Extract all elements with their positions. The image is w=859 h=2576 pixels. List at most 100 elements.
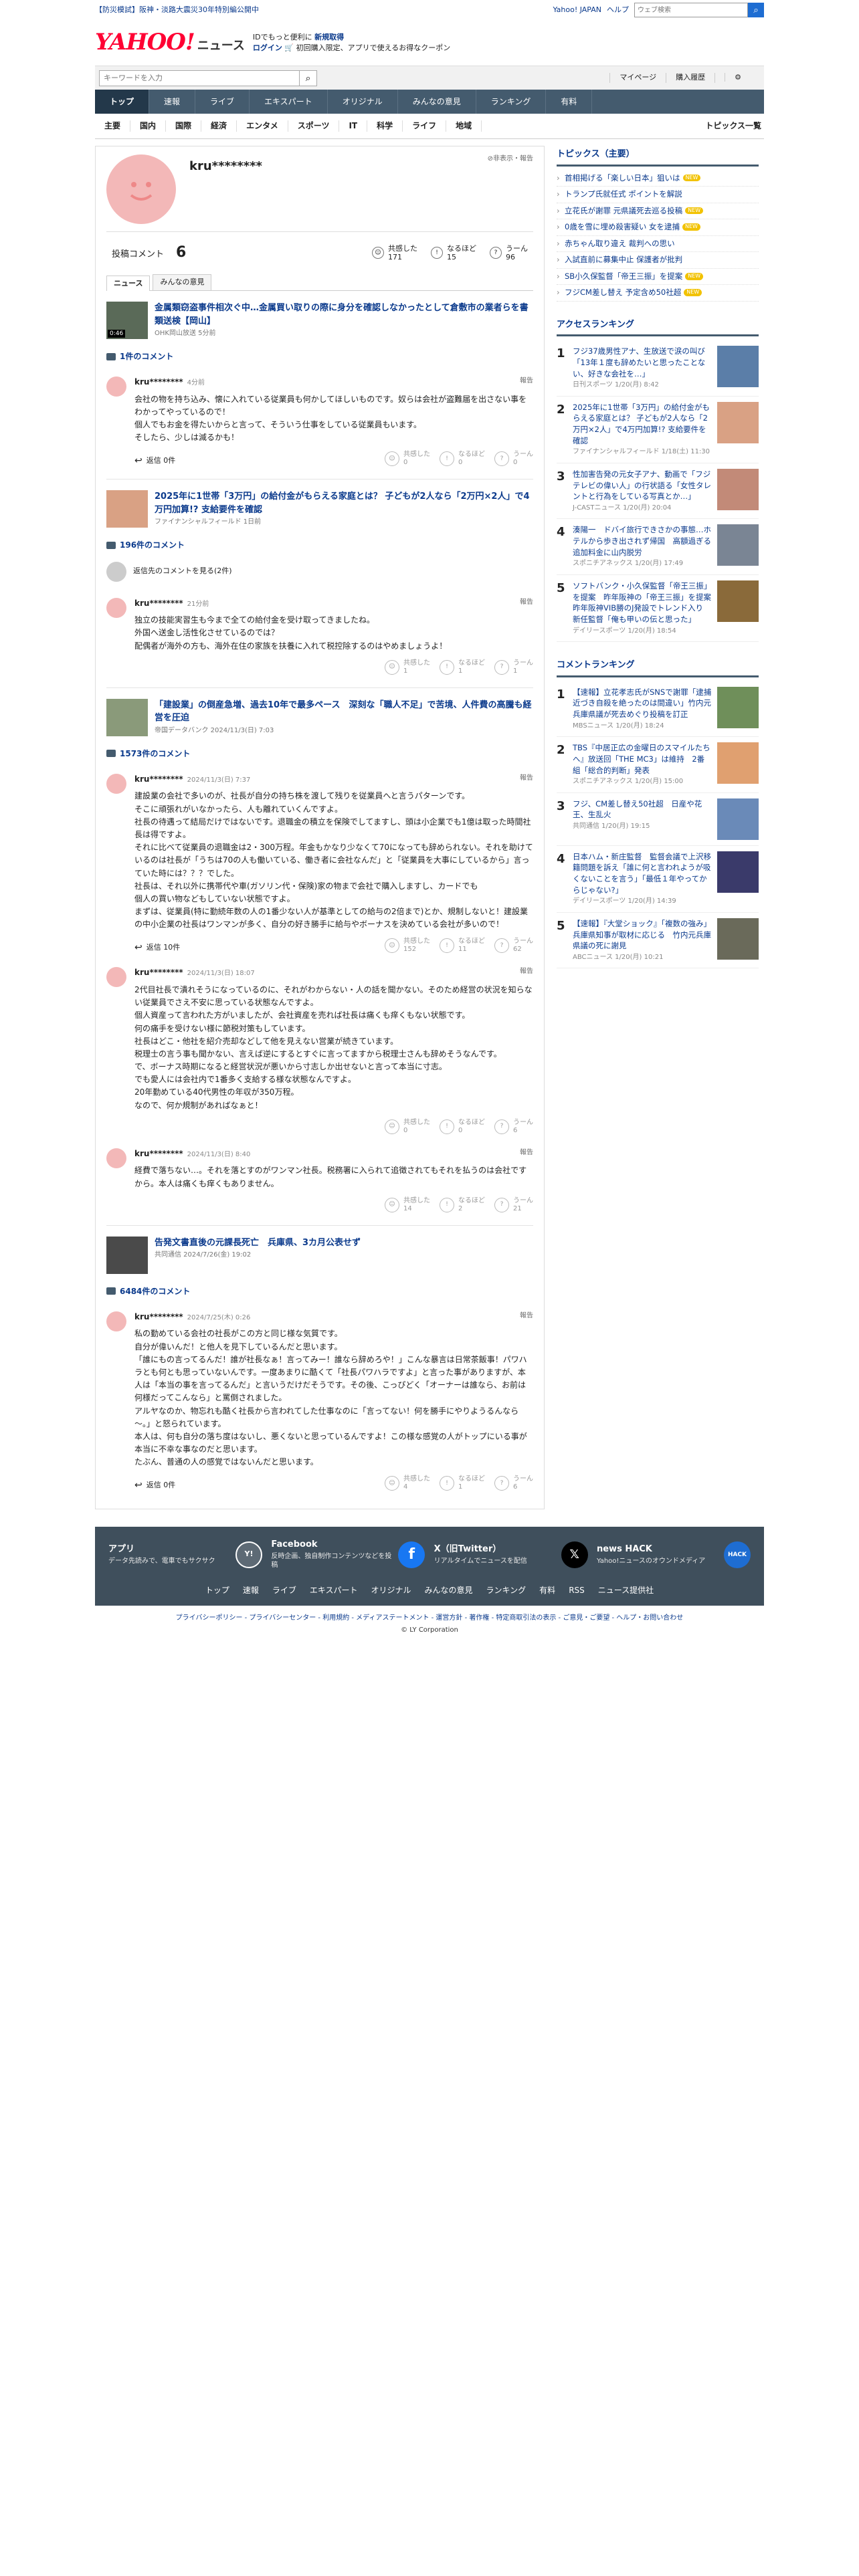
comment-total-link[interactable]: 6484件のコメント (106, 1281, 533, 1305)
react-hmm-button[interactable]: ? うーん 62 (494, 938, 533, 954)
react-insight-button[interactable]: ! なるほど 0 (440, 451, 485, 467)
footer-link[interactable]: ランキング (486, 1585, 527, 1596)
topic-item[interactable]: トランプ氏就任式 ポイントを解説 (557, 187, 759, 203)
web-search-input[interactable] (634, 3, 748, 17)
react-empathy-button[interactable]: ☺ 共感した 1 (385, 659, 430, 675)
footer-link[interactable]: エキスパート (310, 1585, 358, 1596)
comment-total-link[interactable]: 1573件のコメント (106, 743, 533, 767)
mypage-link[interactable]: マイページ (609, 73, 666, 83)
react-hmm-button[interactable]: ? うーん 21 (494, 1197, 533, 1213)
footer-link[interactable]: オリジナル (371, 1585, 411, 1596)
ranking-item[interactable]: 1 【速報】立花孝志氏がSNSで謝罪「逮捕近づき自殺を絶ったのは間違い」竹内元兵庫… (557, 681, 759, 738)
newshack-promo[interactable]: news HACK Yahoo!ニュースのオウンドメディア HACK (597, 1539, 751, 1570)
react-empathy-button[interactable]: ☺ 共感した 4 (385, 1475, 430, 1491)
cat-sports[interactable]: スポーツ (288, 120, 340, 132)
tab-opinions[interactable]: みんなの意見 (153, 274, 212, 290)
report-link[interactable]: 報告 (520, 1148, 533, 1160)
cat-it[interactable]: IT (339, 120, 368, 132)
article-thumbnail[interactable]: 0:46 (106, 302, 148, 339)
topic-item[interactable]: 首相掲げる「楽しい日本」狙いはNEW (557, 171, 759, 187)
parent-comment-link[interactable]: 返信先のコメントを見る(2件) (106, 559, 533, 591)
footer-link[interactable]: みんなの意見 (425, 1585, 473, 1596)
react-empathy-button[interactable]: ☺ 共感した 14 (385, 1197, 430, 1213)
comment-total-link[interactable]: 196件のコメント (106, 534, 533, 558)
gnav-opinions[interactable]: みんなの意見 (398, 90, 476, 114)
cat-local[interactable]: 地域 (446, 120, 482, 132)
footer-link[interactable]: ニュース提供社 (598, 1585, 654, 1596)
footer-link[interactable]: RSS (569, 1585, 585, 1596)
topic-item[interactable]: 0歳を雪に埋め殺害疑い 女を逮捕NEW (557, 219, 759, 236)
ranking-item[interactable]: 4 日本ハム・新庄監督 監督会議で上沢移籍問題を訴え「誰に何と言われようが吸くない… (557, 846, 759, 913)
ranking-item[interactable]: 3 フジ、CM差し替え50社超 日産や花王、生乱火 共同通信 1/20(月) 19:… (557, 793, 759, 846)
react-insight-button[interactable]: ! なるほど 1 (440, 1475, 485, 1491)
topic-item[interactable]: 入試直前に募集中止 保護者が批判 (557, 252, 759, 269)
comment-total-link[interactable]: 1件のコメント (106, 346, 533, 370)
article-title[interactable]: 「建設業」の倒産急増、過去10年で最多ペース 深刻な「職人不足」で苦境、人件費の… (155, 700, 531, 724)
topic-item[interactable]: 赤ちゃん取り違え 裁判への思い (557, 236, 759, 253)
cat-world[interactable]: 国際 (166, 120, 202, 132)
yahoo-japan-link[interactable]: Yahoo! JAPAN (553, 5, 601, 15)
ranking-item[interactable]: 2 2025年に1世帯「3万円」の給付金がもらえる家庭とは？ 子どもが2人なら「2… (557, 397, 759, 463)
react-hmm-button[interactable]: ? うーん 6 (494, 1119, 533, 1135)
react-empathy-button[interactable]: ☺ 共感した 0 (385, 451, 430, 467)
ranking-item[interactable]: 2 TBS『中居正広の金曜日のスマイルたちへ』放送回「THE MC3」は維持 2番… (557, 737, 759, 793)
article-title[interactable]: 告発文書直後の元課長死亡 兵庫県、3カ月公表せず (155, 1238, 361, 1248)
ranking-item[interactable]: 5 ソフトバンク・小久保監督「帝王三振」を提案 昨年阪神の「帝王三振」を提案 昨年… (557, 575, 759, 643)
keyword-search-button[interactable]: ⌕ (300, 70, 317, 86)
settings-button[interactable]: ⚙ (714, 73, 760, 83)
footer-link[interactable]: ライブ (272, 1585, 296, 1596)
ranking-item[interactable]: 4 湊陽一 ドバイ旅行できさかの事態…ホテルから歩き出されず帰国 高額過ぎる追加料… (557, 519, 759, 575)
ranking-item[interactable]: 1 フジ37歳男性アナ、生放送で涙の叫び「13年１度も辞めたいと思ったことない、好… (557, 340, 759, 397)
report-link[interactable]: 報告 (520, 598, 533, 609)
coupon-link[interactable]: 🛒 初回購入限定、アプリで使えるお得なクーポン (284, 43, 450, 52)
gnav-breaking[interactable]: 速報 (149, 90, 196, 114)
report-link[interactable]: 報告 (520, 967, 533, 978)
react-insight-button[interactable]: ! なるほど 1 (440, 659, 485, 675)
react-hmm-button[interactable]: ? うーん 1 (494, 659, 533, 675)
topics-list-link[interactable]: トピックス一覧 (705, 120, 764, 131)
gnav-expert[interactable]: エキスパート (250, 90, 328, 114)
article-thumbnail[interactable] (106, 490, 148, 528)
cat-domestic[interactable]: 国内 (130, 120, 167, 132)
reply-button[interactable]: ↩ 返信 0件 (134, 1479, 175, 1492)
topic-item[interactable]: SB小久保監督「帝王三振」を提案NEW (557, 269, 759, 286)
footer-link[interactable]: 速報 (243, 1585, 259, 1596)
react-empathy-button[interactable]: ☺ 共感した 152 (385, 938, 430, 954)
gnav-original[interactable]: オリジナル (328, 90, 398, 114)
react-empathy-button[interactable]: ☺ 共感した 0 (385, 1119, 430, 1135)
cat-entertainment[interactable]: エンタメ (237, 120, 288, 132)
keyword-input[interactable] (99, 70, 300, 86)
purchase-history-link[interactable]: 購入履歴 (666, 73, 714, 83)
cat-life[interactable]: ライフ (403, 120, 447, 132)
ranking-item[interactable]: 3 性加害告発の元女子アナ、動画で「フジテレビの偉い人」の行状語る「女性タレントと… (557, 463, 759, 520)
react-insight-button[interactable]: ! なるほど 2 (440, 1197, 485, 1213)
gnav-top[interactable]: トップ (95, 90, 150, 114)
footer-link[interactable]: トップ (205, 1585, 229, 1596)
facebook-promo[interactable]: Facebook 反時企画、独自制作コンテンツなどを投稿 f (271, 1539, 425, 1570)
cat-business[interactable]: 経済 (201, 120, 237, 132)
disaster-drill-link[interactable]: 【防災模試】阪神・淡路大震災30年特別編公開中 (95, 5, 259, 15)
article-title[interactable]: 金属類窃盗事件相次ぐ中…金属買い取りの際に身分を確認しなかったとして倉敷市の業者… (155, 303, 529, 326)
help-link[interactable]: ヘルプ (607, 5, 629, 15)
article-title[interactable]: 2025年に1世帯「3万円」の給付金がもらえる家庭とは？ 子どもが2人なら「2万… (155, 492, 529, 515)
hide-report-link[interactable]: ⊘非表示・報告 (488, 154, 533, 231)
report-link[interactable]: 報告 (520, 377, 533, 388)
reply-button[interactable]: ↩ 返信 10件 (134, 942, 180, 954)
tab-news[interactable]: ニュース (106, 276, 151, 291)
cat-science[interactable]: 科学 (367, 120, 403, 132)
cat-main[interactable]: 主要 (95, 120, 131, 132)
legal-links[interactable]: プライバシーポリシー - プライバシーセンター - 利用規約 - メディアステー… (95, 1614, 764, 1623)
react-hmm-button[interactable]: ? うーん 0 (494, 451, 533, 467)
article-thumbnail[interactable] (106, 698, 148, 736)
react-insight-button[interactable]: ! なるほど 11 (440, 938, 485, 954)
reply-button[interactable]: ↩ 返信 0件 (134, 455, 175, 467)
report-link[interactable]: 報告 (520, 774, 533, 785)
gnav-live[interactable]: ライブ (195, 90, 250, 114)
footer-link[interactable]: 有料 (539, 1585, 555, 1596)
yahoo-news-logo[interactable]: YAHOO! ニュース (95, 27, 245, 58)
x-promo[interactable]: X（旧Twitter） リアルタイムでニュースを配信 𝕏 (434, 1539, 588, 1570)
react-hmm-button[interactable]: ? うーん 6 (494, 1475, 533, 1491)
login-link[interactable]: ログイン (253, 43, 282, 52)
app-promo[interactable]: アプリ データ先読みで、電車でもサクサク Y! (108, 1539, 262, 1570)
topic-item[interactable]: フジCM差し替え 予定含め50社超NEW (557, 285, 759, 302)
